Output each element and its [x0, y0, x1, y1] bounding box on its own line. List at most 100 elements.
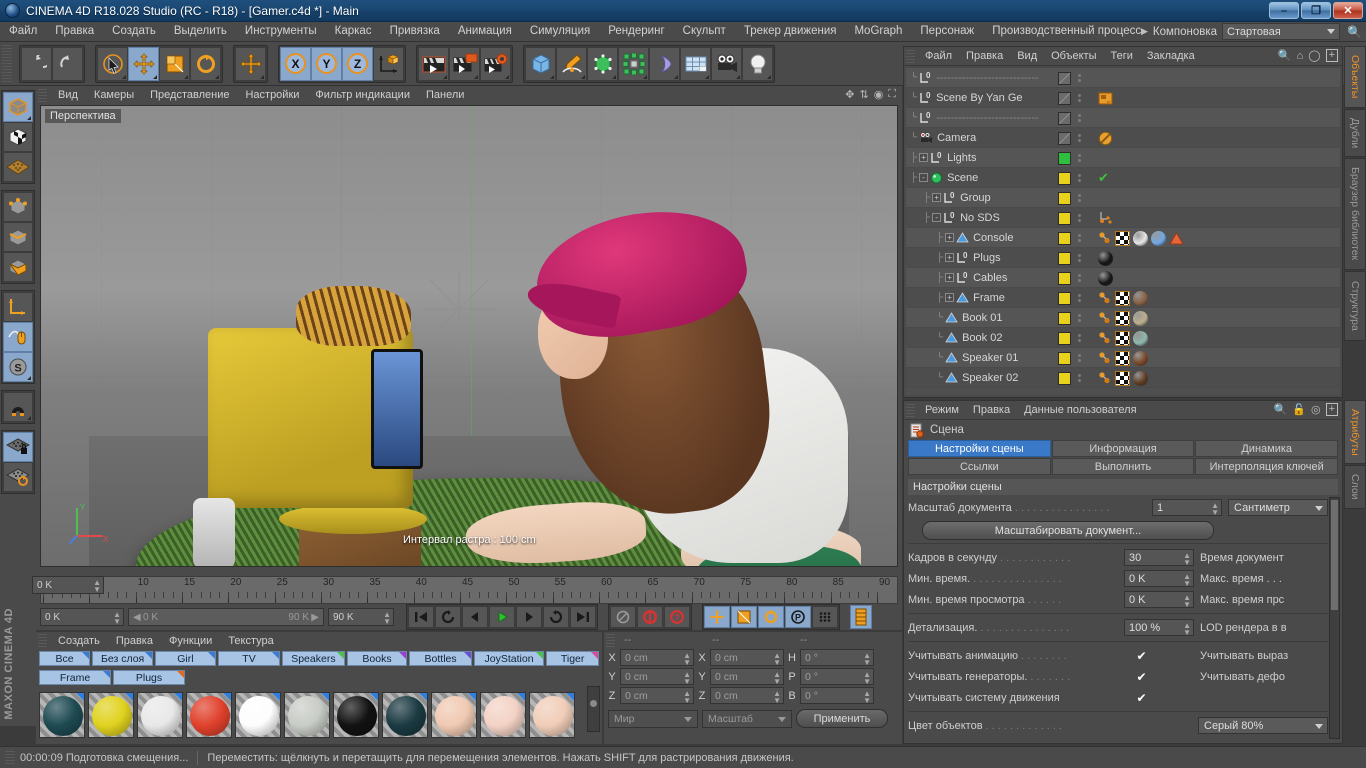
object-row[interactable]: ├+0Group: [906, 188, 1340, 208]
render-region-icon[interactable]: [449, 47, 480, 81]
object-tag[interactable]: [1098, 91, 1113, 106]
object-row[interactable]: └Camera: [906, 128, 1340, 148]
object-row[interactable]: ├+0Lights: [906, 148, 1340, 168]
layer-chip-без-слоя[interactable]: Без слоя: [92, 651, 153, 666]
om-menu-file[interactable]: Файл: [918, 50, 959, 62]
expand-collapse-toggle[interactable]: +: [945, 233, 954, 242]
play-icon[interactable]: [489, 606, 515, 628]
scale-key-icon[interactable]: [731, 606, 757, 628]
layer-color-swatch[interactable]: [1058, 112, 1071, 125]
object-tag[interactable]: [1115, 311, 1130, 326]
visibility-dots[interactable]: [1078, 72, 1083, 85]
render-settings-icon[interactable]: [480, 47, 511, 81]
spinner-icon[interactable]: ▲▼: [773, 652, 781, 666]
menu-select[interactable]: Выделить: [165, 22, 236, 41]
field-document-unit-select[interactable]: Сантиметр: [1228, 499, 1328, 516]
step-forward-icon[interactable]: [516, 606, 542, 628]
layer-color-swatch[interactable]: [1058, 72, 1071, 85]
menu-pipeline[interactable]: Производственный процесс: [983, 22, 1150, 41]
render-view-icon[interactable]: [418, 47, 449, 81]
layer-color-swatch[interactable]: [1058, 232, 1071, 245]
rtab-layers[interactable]: Слои: [1344, 465, 1366, 509]
menu-snap[interactable]: Привязка: [381, 22, 449, 41]
coord-space-select[interactable]: Мир: [608, 710, 698, 728]
zoom-icon[interactable]: ⇅: [859, 88, 868, 101]
rtab-takes[interactable]: Дубли: [1344, 109, 1366, 157]
at-menu-edit[interactable]: Правка: [966, 404, 1017, 416]
layer-chip-все[interactable]: Все: [39, 651, 90, 666]
expand-collapse-toggle[interactable]: +: [945, 273, 954, 282]
field-lod-input[interactable]: 100 % ▲▼: [1124, 619, 1194, 636]
spinner-icon[interactable]: ▲▼: [773, 690, 781, 704]
viewport-menu-view[interactable]: Вид: [50, 89, 86, 101]
visibility-dots[interactable]: [1078, 252, 1083, 265]
attribute-manager-grip[interactable]: [906, 404, 915, 417]
visibility-dots[interactable]: [1078, 92, 1083, 105]
add-icon[interactable]: +: [1326, 49, 1338, 62]
material-swatch[interactable]: [186, 692, 232, 738]
coord-scale-select[interactable]: Масштаб: [702, 710, 792, 728]
object-row[interactable]: ├-Scene✔: [906, 168, 1340, 188]
object-row[interactable]: └Speaker 01: [906, 348, 1340, 368]
menu-motion-tracker[interactable]: Трекер движения: [735, 22, 846, 41]
select-arrow-icon[interactable]: [97, 47, 128, 81]
object-tag[interactable]: [1098, 371, 1112, 386]
object-tag[interactable]: [1098, 291, 1112, 306]
layer-chip-plugs[interactable]: Plugs: [113, 670, 185, 685]
visibility-dots[interactable]: [1078, 312, 1083, 325]
object-tag[interactable]: [1133, 231, 1148, 246]
object-tag[interactable]: [1133, 371, 1148, 386]
spinner-icon[interactable]: ▲▼: [1183, 622, 1191, 636]
viewport-menu-options[interactable]: Настройки: [237, 89, 307, 101]
expand-collapse-toggle[interactable]: +: [932, 193, 941, 202]
object-tag[interactable]: [1133, 351, 1148, 366]
target-icon[interactable]: ◎: [1311, 403, 1321, 416]
material-swatch[interactable]: [382, 692, 428, 738]
workplane-lock-icon[interactable]: [3, 432, 33, 462]
at-menu-userdata[interactable]: Данные пользователя: [1017, 404, 1143, 416]
layer-chip-tv[interactable]: TV: [218, 651, 280, 666]
polygons-mode-icon[interactable]: [3, 252, 33, 282]
model-mode-icon[interactable]: [3, 92, 33, 122]
material-manager-grip[interactable]: [38, 634, 47, 647]
coord-size-input[interactable]: 0 cm▲▼: [710, 687, 784, 704]
search-icon[interactable]: 🔍: [1274, 403, 1288, 416]
object-tag[interactable]: [1098, 271, 1113, 286]
spinner-icon[interactable]: ▲▼: [1183, 573, 1191, 587]
expand-collapse-toggle[interactable]: +: [919, 153, 928, 162]
autokey-icon[interactable]: [610, 606, 636, 628]
tab-dynamics[interactable]: Динамика: [1195, 440, 1338, 457]
viewport-menu-display[interactable]: Представление: [142, 89, 237, 101]
layer-chip-frame[interactable]: Frame: [39, 670, 111, 685]
object-row[interactable]: ├+0Plugs: [906, 248, 1340, 268]
visibility-dots[interactable]: [1078, 172, 1083, 185]
object-row[interactable]: └0Scene By Yan Ge: [906, 88, 1340, 108]
material-swatch[interactable]: [431, 692, 477, 738]
slider-left-arrow-icon[interactable]: ◀: [133, 612, 141, 623]
camera-icon[interactable]: [711, 47, 742, 81]
spinner-icon[interactable]: ▲▼: [113, 611, 121, 625]
menu-sculpt[interactable]: Скульпт: [674, 22, 735, 41]
position-key-icon[interactable]: [704, 606, 730, 628]
layer-color-swatch[interactable]: [1058, 312, 1071, 325]
axis-y-button[interactable]: Y: [311, 47, 342, 81]
time-range-slider[interactable]: ◀ 0 K 90 K ▶: [128, 608, 324, 626]
magnet-icon[interactable]: [3, 392, 33, 422]
menu-render[interactable]: Рендеринг: [599, 22, 673, 41]
cube-primitive-icon[interactable]: [525, 47, 556, 81]
viewport-menu-filter[interactable]: Фильтр индикации: [307, 89, 418, 101]
rotate-icon[interactable]: [190, 47, 221, 81]
visibility-dots[interactable]: [1078, 192, 1083, 205]
slider-right-arrow-icon[interactable]: ▶: [311, 612, 319, 623]
rtab-content-browser[interactable]: Браузер библиотек: [1344, 158, 1366, 270]
tab-info[interactable]: Информация: [1052, 440, 1195, 457]
object-tag[interactable]: [1115, 231, 1130, 246]
om-menu-view[interactable]: Вид: [1010, 50, 1044, 62]
field-object-color-select[interactable]: Серый 80%: [1198, 717, 1328, 734]
light-icon[interactable]: [742, 47, 773, 81]
object-tag[interactable]: [1098, 331, 1112, 346]
redo-button[interactable]: [52, 47, 83, 81]
record-icon[interactable]: [637, 606, 663, 628]
object-row[interactable]: ├-0No SDS: [906, 208, 1340, 228]
om-menu-tags[interactable]: Теги: [1104, 50, 1140, 62]
